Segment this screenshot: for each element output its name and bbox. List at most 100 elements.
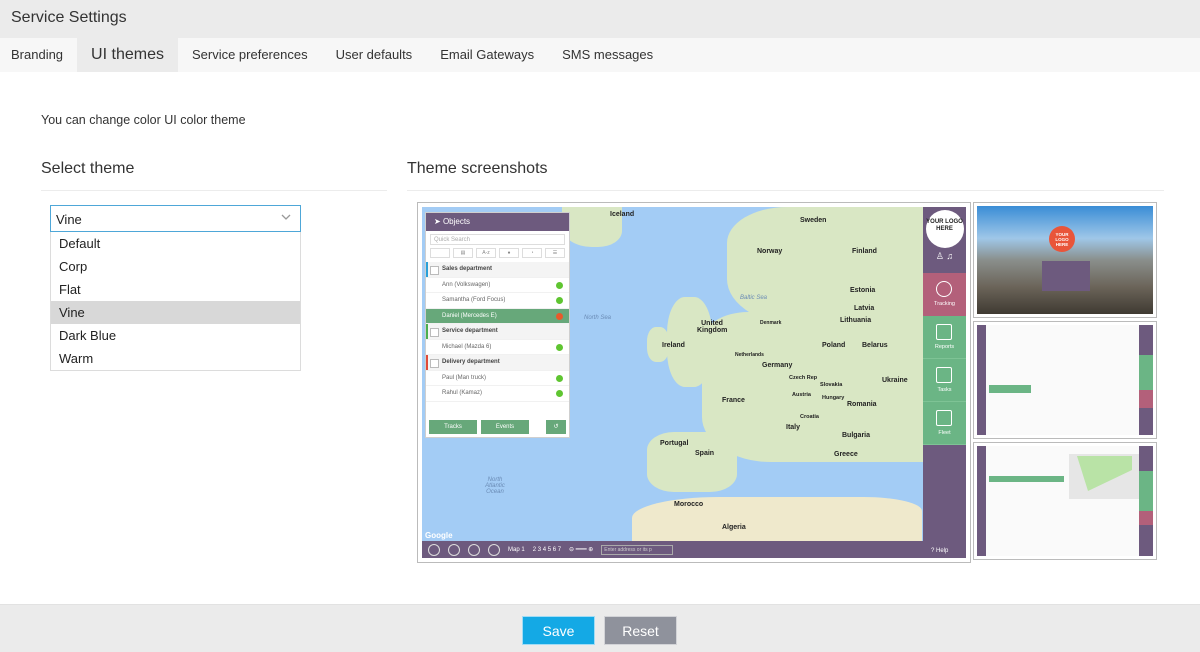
zoom-slider: ⊖ ━━━ ⊕ <box>569 547 594 553</box>
thumbnail-login-image: YOUR LOGO HERE <box>977 206 1153 314</box>
address-input: Enter address or its p <box>601 544 674 555</box>
objects-toolbar: ▤ A-z ● ◔ ☰ <box>430 248 565 260</box>
tab-user-defaults[interactable]: User defaults <box>322 38 427 72</box>
events-button: Events <box>481 420 529 434</box>
objects-panel-footer: Tracks Events ↺ <box>429 420 566 434</box>
objects-panel-header: ➤ Objects <box>426 213 569 231</box>
preview-sidebar: YOUR LOGO HERE ♙ ♫ Tracking Reports Task… <box>923 207 966 558</box>
map-tab-active: Map 1 <box>508 546 525 553</box>
settings-tabs: Branding UI themes Service preferences U… <box>0 38 1200 72</box>
status-dot <box>556 343 563 351</box>
tab-sms-messages[interactable]: SMS messages <box>548 38 667 72</box>
sidebar-reports: Reports <box>923 316 966 359</box>
map-label: Iceland <box>610 211 635 218</box>
reset-button[interactable]: Reset <box>604 616 677 645</box>
map-label: Germany <box>762 362 793 369</box>
land-scandinavia <box>727 207 927 327</box>
map-label: Czech Rep <box>789 375 818 381</box>
tab-email-gateways[interactable]: Email Gateways <box>426 38 548 72</box>
tab-ui-themes[interactable]: UI themes <box>77 38 178 72</box>
map-label: Lithuania <box>840 317 872 324</box>
land-europe <box>702 312 932 462</box>
select-theme-title: Select theme <box>41 160 387 191</box>
main-theme-screenshot[interactable]: Iceland Sweden Norway Finland Estonia La… <box>417 202 971 563</box>
group-name: Sales department <box>442 266 493 272</box>
sea-label: North Sea <box>584 315 612 321</box>
share-icon <box>468 543 480 556</box>
sidebar-label: Fleet <box>938 430 951 436</box>
sea-label: North Atlantic Ocean <box>485 477 505 495</box>
theme-option-corp[interactable]: Corp <box>51 255 300 278</box>
traffic-icon <box>448 543 460 556</box>
sidebar-tasks: Tasks <box>923 359 966 402</box>
map-label: Morocco <box>674 501 704 508</box>
map-label: Finland <box>852 248 877 255</box>
status-dot <box>556 312 563 320</box>
map-label: Spain <box>695 450 715 457</box>
map-label: Estonia <box>850 287 876 294</box>
theme-option-dark-blue[interactable]: Dark Blue <box>51 324 300 347</box>
map-label: Austria <box>792 392 811 398</box>
map-label: Algeria <box>722 524 746 531</box>
thumb-selected-row <box>989 476 1064 482</box>
theme-screenshots-section: Theme screenshots Iceland Sweden Norway … <box>407 160 1164 563</box>
thumbnail-vehicles-image <box>977 446 1153 556</box>
thumb-selected-row <box>989 385 1031 393</box>
save-button[interactable]: Save <box>522 616 595 645</box>
sidebar-label: Reports <box>934 344 955 350</box>
group-name: Delivery department <box>442 359 500 365</box>
object-name: Daniel (Mercedes E) <box>442 312 497 319</box>
thumbnail-timeline-image <box>977 325 1153 435</box>
map-label: France <box>722 397 745 404</box>
sea-label: Baltic Sea <box>740 295 768 301</box>
object-row: Paul (Man truck) <box>426 371 569 386</box>
status-dot <box>556 390 563 397</box>
ruler-icon <box>428 543 440 556</box>
theme-option-vine[interactable]: Vine <box>51 301 300 324</box>
map-label: Norway <box>757 248 783 255</box>
intro-text: You can change color UI color theme <box>41 113 246 127</box>
map-label: Romania <box>847 401 877 408</box>
toolbar-sort: A-z <box>476 248 496 258</box>
theme-option-warm[interactable]: Warm <box>51 347 300 370</box>
history-icon: ↺ <box>546 420 566 434</box>
footer-bar: Save Reset <box>0 604 1200 652</box>
thumbnail-vehicles[interactable] <box>973 442 1157 560</box>
map-label: Slovakia <box>820 382 843 388</box>
user-bell-icons: ♙ ♫ <box>935 251 954 261</box>
objects-panel-title: Objects <box>442 217 471 226</box>
sidebar-tracking: Tracking <box>923 273 966 316</box>
status-dot <box>556 281 563 289</box>
group-row: Service department <box>426 324 569 340</box>
object-row: Michael (Mazda 6) <box>426 340 569 355</box>
theme-select[interactable]: Vine <box>50 205 301 232</box>
thumb-left-sidebar <box>977 325 986 435</box>
tab-service-preferences[interactable]: Service preferences <box>178 38 322 72</box>
toolbar-clock-icon: ◔ <box>522 248 542 258</box>
status-dot <box>556 297 563 304</box>
map-label: Ukraine <box>882 377 908 384</box>
map-label: Latvia <box>854 305 875 312</box>
theme-option-flat[interactable]: Flat <box>51 278 300 301</box>
object-name: Samantha (Ford Focus) <box>442 297 506 303</box>
thumbnail-timeline[interactable] <box>973 321 1157 439</box>
page-header: Service Settings <box>0 0 1200 38</box>
map-preview: Iceland Sweden Norway Finland Estonia La… <box>422 207 966 558</box>
map-label: Netherlands <box>735 352 764 358</box>
map-label: Croatia <box>800 414 819 420</box>
tab-branding[interactable]: Branding <box>0 38 77 72</box>
object-name: Rahul (Kamaz) <box>442 390 483 396</box>
page-title: Service Settings <box>11 9 127 26</box>
google-logo: Google <box>425 531 453 540</box>
chevron-down-icon <box>281 214 291 220</box>
map-label: Hungary <box>822 395 845 401</box>
map-label: Poland <box>822 342 846 349</box>
thumb-pink-block <box>1139 390 1153 408</box>
map-label: Ireland <box>662 342 685 349</box>
theme-option-default[interactable]: Default <box>51 232 300 255</box>
map-label: Denmark <box>760 320 782 326</box>
thumbnail-login[interactable]: YOUR LOGO HERE <box>973 202 1157 318</box>
map-bottom-toolbar: Map 1 2 3 4 5 6 7 ⊖ ━━━ ⊕ Enter address … <box>422 541 923 558</box>
toolbar-settings-icon: ☰ <box>545 248 565 258</box>
object-row: Ann (Volkswagen) <box>426 278 569 293</box>
